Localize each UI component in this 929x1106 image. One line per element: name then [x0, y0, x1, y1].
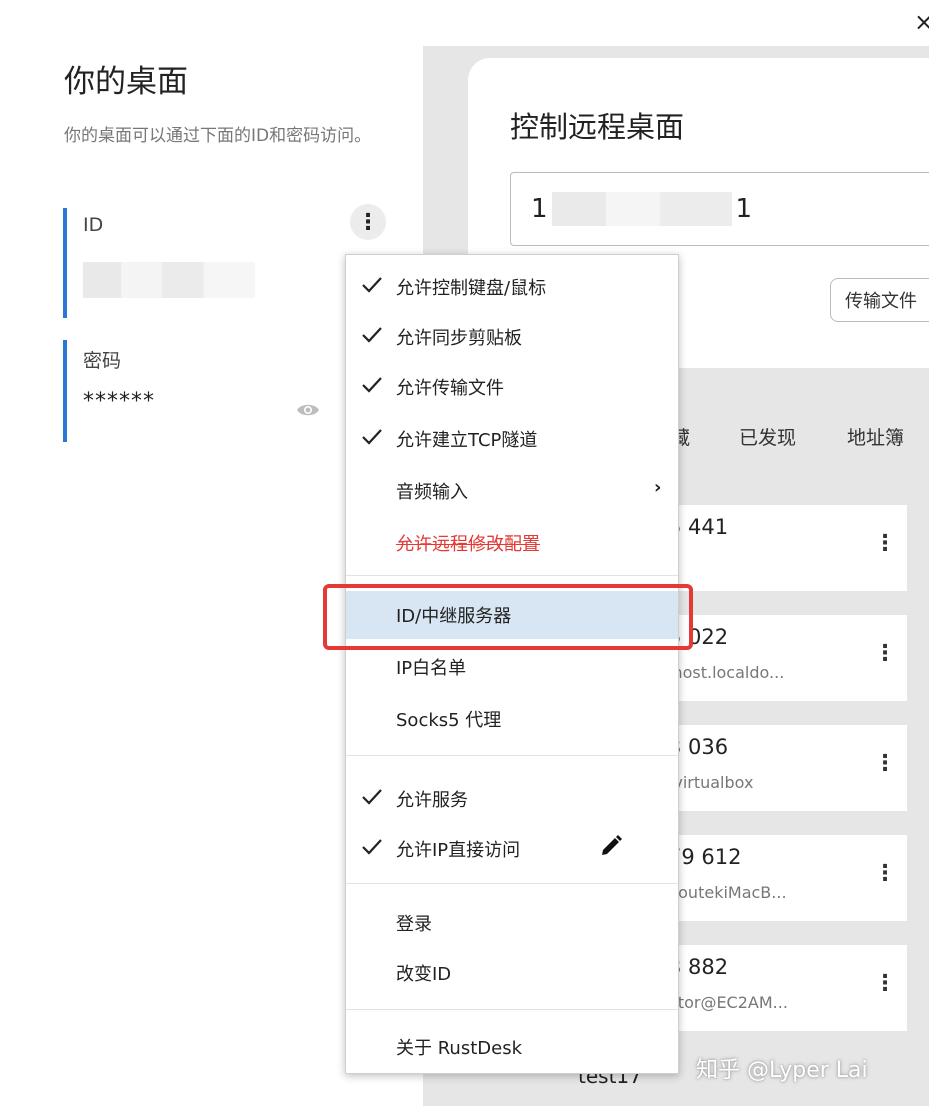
transfer-file-button[interactable]: 传输文件 — [830, 278, 929, 322]
menu-divider — [346, 1009, 678, 1010]
your-desktop-description: 你的桌面可以通过下面的ID和密码访问。 — [64, 126, 372, 146]
menu-item-label: 登录 — [396, 914, 432, 935]
menu-item-label: 改变ID — [396, 964, 452, 985]
more-vert-icon[interactable]: ⋮ — [874, 531, 896, 556]
menu-divider — [346, 755, 678, 756]
edit-pencil-icon[interactable] — [598, 833, 624, 859]
menu-item-label: 允许建立TCP隧道 — [396, 430, 538, 451]
menu-item-allow-keyboard-mouse[interactable]: 允许控制键盘/鼠标 — [346, 263, 678, 311]
more-vert-icon: ⋮ — [357, 209, 379, 235]
your-desktop-title: 你的桌面 — [64, 64, 188, 100]
menu-item-label: 允许远程修改配置 — [396, 534, 540, 555]
password-value: ****** — [83, 389, 155, 414]
peer-card[interactable]: 3 036 -virtualbox ⋮ — [650, 725, 907, 811]
tab-discovered[interactable]: 已发现 — [739, 423, 796, 450]
menu-item-allow-clipboard[interactable]: 允许同步剪贴板 — [346, 313, 678, 361]
watermark: 知乎 @Lyper Lai — [696, 1058, 868, 1083]
peer-card[interactable]: 5 441 ⋮ — [650, 505, 907, 591]
id-field: ID — [63, 208, 255, 318]
id-value-masked — [83, 262, 255, 298]
menu-divider — [346, 883, 678, 884]
menu-item-change-id[interactable]: 改变ID — [346, 949, 678, 997]
menu-item-label: 允许控制键盘/鼠标 — [396, 278, 547, 299]
remote-id-suffix: 1 — [735, 194, 753, 224]
menu-item-label: 允许传输文件 — [396, 378, 504, 399]
more-vert-icon[interactable]: ⋮ — [874, 971, 896, 996]
password-label: 密码 — [83, 350, 122, 372]
peer-host: -virtualbox — [668, 773, 754, 792]
check-icon — [362, 377, 382, 393]
control-remote-title: 控制远程桌面 — [510, 110, 685, 144]
remote-id-input[interactable]: 1 1 — [510, 172, 929, 246]
peer-host: ator@EC2AM... — [668, 993, 788, 1012]
menu-item-label: IP白名单 — [396, 658, 467, 679]
chevron-right-icon: › — [654, 477, 662, 498]
more-options-button[interactable]: ⋮ — [350, 204, 386, 240]
menu-item-label: Socks5 代理 — [396, 710, 502, 731]
check-icon — [362, 429, 382, 445]
options-menu: 允许控制键盘/鼠标 允许同步剪贴板 允许传输文件 允许建立TCP隧道 音频输入 … — [345, 254, 679, 1074]
menu-item-ip-whitelist[interactable]: IP白名单 — [346, 643, 678, 691]
remote-id-prefix: 1 — [531, 194, 548, 224]
check-icon — [362, 327, 382, 343]
close-icon[interactable]: × — [914, 8, 929, 36]
check-icon — [362, 277, 382, 293]
eye-icon[interactable] — [296, 402, 320, 418]
remote-id-mask — [551, 192, 732, 226]
menu-item-allow-file-transfer[interactable]: 允许传输文件 — [346, 363, 678, 411]
peer-card[interactable]: 3 882 ator@EC2AM... ⋮ — [650, 945, 907, 1031]
more-vert-icon[interactable]: ⋮ — [874, 861, 896, 886]
check-icon — [362, 789, 382, 805]
menu-item-allow-remote-config: 允许远程修改配置 — [346, 519, 678, 567]
menu-item-login[interactable]: 登录 — [346, 899, 678, 947]
annotation-highlight-box — [323, 584, 693, 650]
peer-host: lhost.localdo... — [668, 663, 785, 682]
id-label: ID — [83, 214, 104, 236]
menu-item-allow-tcp-tunnel[interactable]: 允许建立TCP隧道 — [346, 415, 678, 463]
menu-item-about[interactable]: 关于 RustDesk — [346, 1023, 678, 1071]
menu-item-label: 允许IP直接访问 — [396, 840, 521, 861]
menu-item-label: 关于 RustDesk — [396, 1038, 522, 1059]
menu-item-label: 允许同步剪贴板 — [396, 328, 522, 349]
peer-id: 79 612 — [668, 845, 742, 869]
more-vert-icon[interactable]: ⋮ — [874, 751, 896, 776]
menu-item-label: 音频输入 — [396, 482, 468, 503]
check-icon — [362, 839, 382, 855]
tab-address-book[interactable]: 地址簿 — [847, 423, 904, 450]
menu-item-allow-direct-ip[interactable]: 允许IP直接访问 — [346, 825, 678, 873]
menu-item-audio-input[interactable]: 音频输入 › — [346, 467, 678, 515]
peer-card[interactable]: 79 612 houtekiMacB... ⋮ — [650, 835, 907, 921]
password-field: 密码 ****** — [63, 340, 155, 442]
menu-divider — [346, 575, 678, 576]
more-vert-icon[interactable]: ⋮ — [874, 641, 896, 666]
menu-item-label: 允许服务 — [396, 790, 468, 811]
peer-host: houtekiMacB... — [668, 883, 787, 902]
menu-item-socks5-proxy[interactable]: Socks5 代理 — [346, 695, 678, 743]
menu-item-allow-service[interactable]: 允许服务 — [346, 775, 678, 823]
